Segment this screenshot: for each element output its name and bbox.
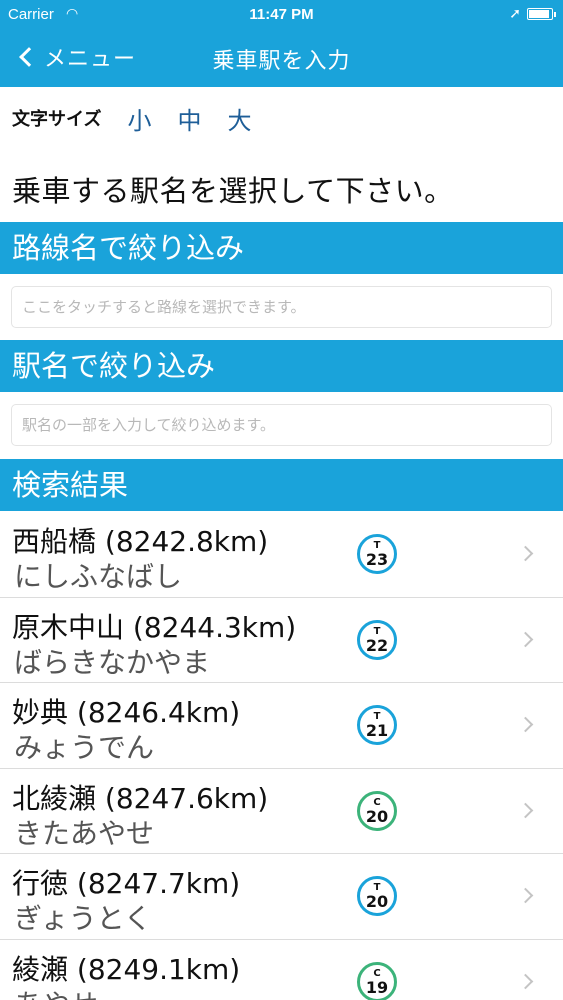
- font-size-label: 文字サイズ: [12, 109, 102, 130]
- results-list: 西船橋 (8242.8km) にしふなばし T 23 原木中山 (8244.3km…: [0, 512, 563, 1000]
- station-name: 綾瀬 (8249.1km): [12, 952, 241, 986]
- navigation-bar: Carrier ◠ 11:47 PM ➚ メニュー 乗車駅を入力: [0, 0, 563, 87]
- clock: 11:47 PM: [249, 6, 314, 23]
- battery-fill: [529, 10, 549, 18]
- station-filter-header: 駅名で絞り込み: [0, 340, 563, 392]
- station-row[interactable]: 妙典 (8246.4km) みょうでん T 21: [0, 683, 563, 769]
- station-number-badge: C 20: [357, 790, 397, 831]
- station-number-badge: T 22: [357, 619, 397, 660]
- station-kana: きたあやせ: [14, 816, 155, 850]
- station-row[interactable]: 綾瀬 (8249.1km) あやせ C19: [0, 940, 563, 1000]
- station-name: 西船橋 (8242.8km): [12, 525, 269, 558]
- station-name: 原木中山 (8244.3km): [12, 610, 297, 644]
- chevron-right-icon: [517, 887, 534, 904]
- station-kana: あやせ: [14, 983, 98, 1000]
- station-number: 22: [365, 635, 389, 655]
- chevron-right-icon: [517, 631, 534, 647]
- line-filter-field[interactable]: ここをタッチすると路線を選択できます。: [11, 286, 552, 328]
- station-number-badge: C 19: [357, 961, 397, 1000]
- station-number-badge: T 23: [357, 534, 397, 574]
- station-name: 行徳 (8247.7km): [12, 867, 241, 900]
- page-title: 乗車駅を入力: [212, 49, 351, 74]
- font-size-small-button[interactable]: 小: [127, 101, 151, 136]
- station-name: 妙典 (8246.4km): [12, 696, 241, 729]
- station-kana: ぎょうとく: [14, 902, 152, 935]
- station-kana: みょうでん: [14, 731, 155, 764]
- station-kana: ばらきなかやま: [14, 645, 211, 679]
- font-size-large-button[interactable]: 大: [227, 101, 251, 136]
- battery-icon: [527, 8, 556, 20]
- station-name: 北綾瀬 (8247.6km): [12, 781, 269, 815]
- station-row[interactable]: 北綾瀬 (8247.6km) きたあやせ C 20: [0, 769, 563, 854]
- chevron-right-icon: [517, 802, 534, 818]
- station-row[interactable]: 原木中山 (8244.3km) ばらきなかやま T 22: [0, 598, 563, 683]
- station-search-input[interactable]: 駅名の一部を入力して絞り込めます。: [11, 404, 552, 446]
- location-arrow-icon: ➚: [509, 5, 521, 21]
- chevron-right-icon: [517, 545, 534, 562]
- instruction-text: 乗車する駅名を選択して下さい。: [12, 174, 454, 208]
- station-kana: にしふなばし: [14, 560, 183, 593]
- chevron-right-icon: [517, 716, 534, 733]
- chevron-right-icon: [517, 973, 534, 989]
- station-row[interactable]: 行徳 (8247.7km) ぎょうとく T 20: [0, 854, 563, 940]
- station-number-badge: T 21: [357, 705, 397, 745]
- line-filter-header: 路線名で絞り込み: [0, 222, 563, 274]
- status-bar: Carrier ◠ 11:47 PM ➚: [0, 0, 563, 30]
- font-size-medium-button[interactable]: 中: [177, 101, 201, 136]
- station-number: 21: [365, 721, 389, 740]
- station-number: 23: [365, 550, 389, 569]
- station-number: 20: [365, 892, 389, 911]
- station-row[interactable]: 西船橋 (8242.8km) にしふなばし T 23: [0, 512, 563, 598]
- font-size-selector: 文字サイズ 小 中 大: [12, 100, 251, 136]
- results-header: 検索結果: [0, 459, 563, 511]
- station-number: 19: [365, 977, 389, 997]
- station-number: 20: [365, 806, 389, 826]
- station-number-badge: T 20: [357, 876, 397, 916]
